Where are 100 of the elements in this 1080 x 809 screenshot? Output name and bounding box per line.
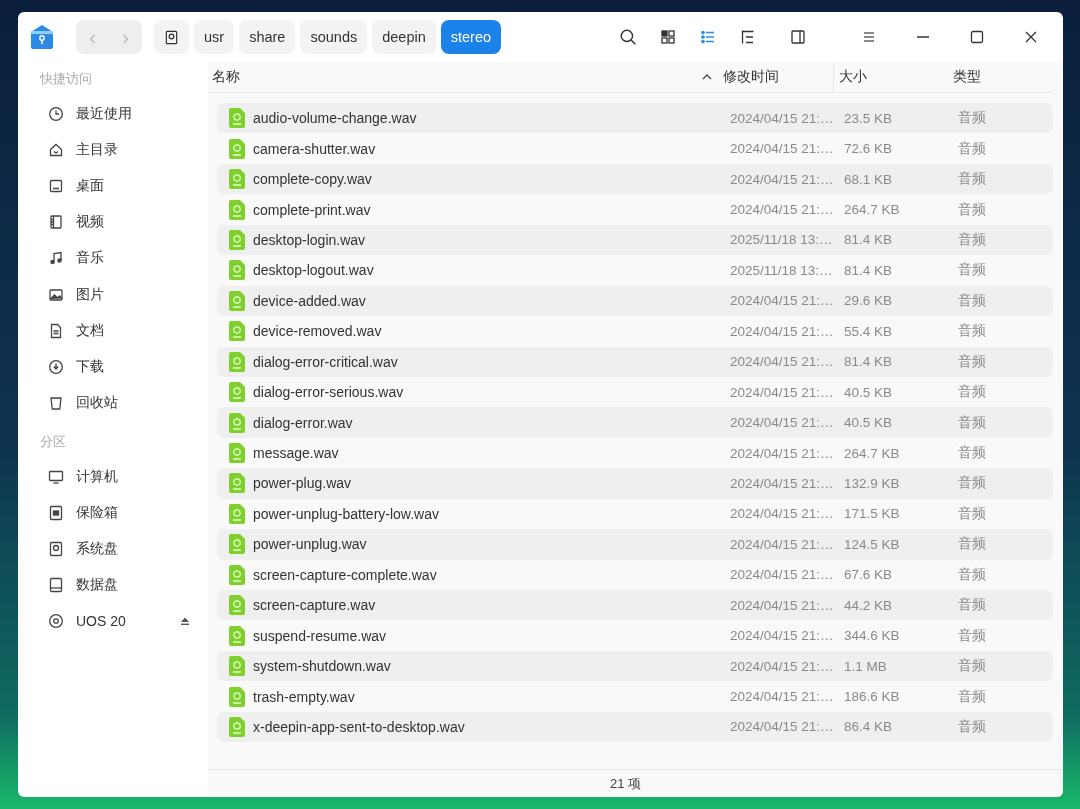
breadcrumb-item[interactable]: usr (194, 20, 235, 54)
file-row[interactable]: system-shutdown.wav 2024/04/15 21:… 1.1 MB 音频 (217, 650, 1053, 682)
file-size: 186.6 KB (844, 689, 901, 705)
file-type: 音频 (958, 596, 987, 615)
file-type: 音频 (958, 474, 987, 493)
audio-file-icon (229, 625, 245, 646)
modified-time: 2024/04/15 21:… (730, 719, 835, 735)
column-header[interactable]: 名称 (212, 68, 240, 86)
file-row[interactable]: power-unplug.wav 2024/04/15 21:… 124.5 KB 音频 (217, 529, 1053, 560)
item-count: 21 项 (609, 774, 642, 793)
sidebar-item[interactable]: 视频 (28, 204, 198, 241)
file-type: 音频 (958, 291, 987, 310)
file-row[interactable]: audio-volume-change.wav 2024/04/15 21:… 23.5 KB 音频 (217, 103, 1053, 134)
breadcrumb-item[interactable]: sounds (300, 20, 368, 54)
file-size: 68.1 KB (844, 171, 894, 187)
modified-time: 2024/04/15 21:… (730, 567, 835, 583)
file-size: 67.6 KB (844, 567, 894, 583)
file-type: 音频 (958, 535, 987, 554)
file-type: 音频 (958, 626, 987, 645)
file-type: 音频 (958, 200, 987, 219)
modified-time: 2025/11/18 13:… (730, 232, 834, 248)
breadcrumb-item[interactable]: stereo (440, 20, 502, 54)
file-name: camera-shutter.wav (252, 140, 377, 157)
sidebar-item-label: 数据盘 (76, 576, 119, 595)
breadcrumb-item[interactable]: share (239, 20, 296, 54)
breadcrumb-item[interactable] (154, 20, 189, 54)
side-panel-icon (790, 29, 806, 45)
sidebar-item[interactable]: 系统盘 (28, 531, 198, 568)
file-name: system-shutdown.wav (252, 658, 392, 675)
modified-time: 2024/04/15 21:… (730, 202, 835, 218)
file-row[interactable]: trash-empty.wav 2024/04/15 21:… 186.6 KB 音频 (217, 681, 1053, 712)
file-row[interactable]: power-plug.wav 2024/04/15 21:… 132.9 KB 音频 (217, 468, 1053, 499)
modified-time: 2024/04/15 21:… (730, 171, 835, 187)
sidebar-section-title: 快捷访问 (39, 70, 93, 88)
sidebar-item[interactable]: 保险箱 (28, 494, 198, 532)
column-header[interactable]: 修改时间 (723, 68, 779, 86)
sidebar-item[interactable]: 下载 (28, 348, 198, 385)
modified-time: 2024/04/15 21:… (730, 658, 835, 674)
sidebar-item[interactable]: 数据盘 (28, 567, 198, 604)
file-size: 132.9 KB (844, 475, 901, 491)
sidebar-item[interactable]: 图片 (28, 276, 198, 313)
modified-time: 2024/04/15 21:… (730, 445, 835, 461)
sidebar-item[interactable]: 计算机 (28, 458, 198, 495)
modified-time: 2024/04/15 21:… (730, 536, 835, 552)
file-size: 72.6 KB (844, 141, 894, 157)
audio-file-icon (229, 564, 245, 585)
music-note-icon (48, 250, 64, 267)
file-row[interactable]: screen-capture-complete.wav 2024/04/15 21:… 67.6 KB 音频 (217, 559, 1053, 590)
sidebar-item[interactable]: 最近使用 (28, 96, 198, 133)
drive-icon (48, 577, 64, 594)
file-row[interactable]: x-deepin-app-sent-to-desktop.wav 2024/04/15 21:… 86.4 KB 音频 (217, 711, 1053, 743)
file-row[interactable]: dialog-error.wav 2024/04/15 21:… 40.5 KB 音频 (217, 407, 1053, 438)
file-row[interactable]: dialog-error-serious.wav 2024/04/15 21:… 40.5 KB 音频 (217, 376, 1053, 408)
file-name: audio-volume-change.wav (252, 110, 418, 127)
maximize-icon (969, 29, 985, 45)
sidebar-item[interactable]: 文档 (28, 312, 198, 349)
menu-icon (861, 29, 877, 45)
modified-time: 2024/04/15 21:… (730, 689, 835, 705)
file-row[interactable]: device-removed.wav 2024/04/15 21:… 55.4 KB 音频 (217, 316, 1053, 347)
tree-view-icon (740, 29, 756, 45)
file-type: 音频 (958, 413, 987, 432)
file-row[interactable]: message.wav 2024/04/15 21:… 264.7 KB 音频 (217, 437, 1053, 469)
file-row[interactable]: screen-capture.wav 2024/04/15 21:… 44.2 KB 音频 (217, 590, 1053, 621)
modified-time: 2024/04/15 21:… (730, 141, 835, 157)
file-row[interactable]: camera-shutter.wav 2024/04/15 21:… 72.6 KB 音频 (217, 133, 1053, 164)
audio-file-icon (229, 351, 245, 372)
file-name: power-unplug.wav (252, 536, 368, 553)
sidebar-item[interactable]: 桌面 (28, 168, 198, 205)
audio-file-icon (229, 686, 245, 707)
modified-time: 2024/04/15 21:… (730, 293, 835, 309)
file-size: 81.4 KB (844, 262, 894, 278)
sidebar-item[interactable]: 回收站 (28, 384, 198, 421)
file-row[interactable]: suspend-resume.wav 2024/04/15 21:… 344.6 KB 音频 (217, 620, 1053, 651)
breadcrumb-item[interactable]: deepin (372, 20, 436, 54)
file-row[interactable]: complete-copy.wav 2024/04/15 21:… 68.1 KB 音频 (217, 163, 1053, 195)
file-name: screen-capture.wav (252, 597, 377, 614)
file-type: 音频 (958, 170, 987, 189)
sidebar-item[interactable]: UOS 20 (28, 603, 198, 640)
document-icon (48, 322, 64, 339)
file-row[interactable]: dialog-error-critical.wav 2024/04/15 21:… 81.4 KB 音频 (217, 346, 1053, 377)
file-row[interactable]: device-added.wav 2024/04/15 21:… 29.6 KB 音频 (217, 285, 1053, 317)
column-header[interactable]: 大小 (839, 68, 867, 86)
file-name: suspend-resume.wav (252, 627, 388, 644)
disc-icon (48, 613, 64, 630)
file-size: 344.6 KB (844, 628, 901, 644)
image-icon (48, 286, 64, 303)
audio-file-icon (229, 321, 245, 342)
column-header[interactable]: 类型 (953, 68, 981, 86)
audio-file-icon (229, 108, 245, 129)
sidebar-item-label: UOS 20 (76, 613, 127, 630)
sidebar-item[interactable]: 音乐 (28, 240, 198, 277)
file-size: 1.1 MB (844, 658, 888, 674)
file-row[interactable]: desktop-login.wav 2025/11/18 13:… 81.4 KB 音频 (217, 224, 1053, 256)
sidebar-item-label: 文档 (76, 321, 105, 340)
sidebar-item[interactable]: 主目录 (28, 132, 198, 169)
clock-icon (48, 106, 64, 123)
file-row[interactable]: power-unplug-battery-low.wav 2024/04/15 21:… 171.5 KB 音频 (217, 498, 1053, 530)
file-row[interactable]: complete-print.wav 2024/04/15 21:… 264.7 KB 音频 (217, 194, 1053, 225)
file-row[interactable]: desktop-logout.wav 2025/11/18 13:… 81.4 KB 音频 (217, 255, 1053, 286)
search-icon (619, 28, 637, 46)
